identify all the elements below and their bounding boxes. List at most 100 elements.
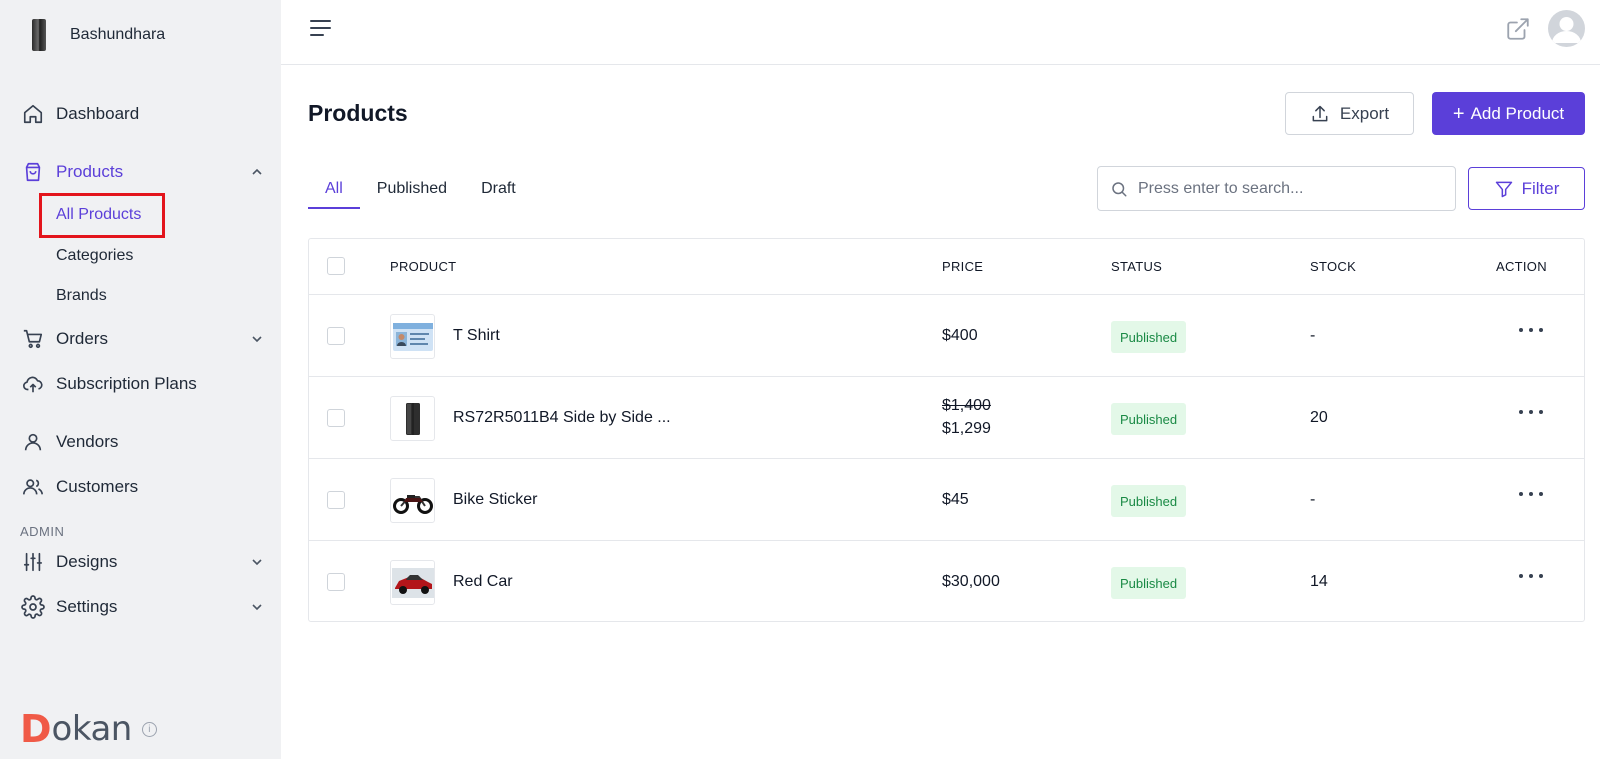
gear-icon <box>20 594 46 620</box>
product-thumbnail[interactable] <box>390 560 435 605</box>
product-old-price: $1,400 <box>942 397 991 414</box>
column-header-price: PRICE <box>942 259 984 274</box>
export-label: Export <box>1339 103 1390 123</box>
section-label-admin: ADMIN <box>20 524 65 539</box>
upload-icon <box>1310 104 1330 124</box>
sidebar-subitem-categories[interactable]: Categories <box>56 242 133 270</box>
sidebar: Bashundhara Dashboard Products All Produ… <box>0 0 281 759</box>
home-icon <box>20 101 46 127</box>
product-price: $400 <box>942 327 978 344</box>
sidebar-item-label: Subscription Plans <box>56 374 197 393</box>
sidebar-item-label: Vendors <box>56 432 119 451</box>
highlight-box <box>39 193 165 238</box>
page-title: Products <box>308 100 408 126</box>
sidebar-item-label: Orders <box>56 329 108 348</box>
row-checkbox[interactable] <box>327 573 345 591</box>
product-stock: 20 <box>1310 409 1328 426</box>
row-checkbox[interactable] <box>327 327 345 345</box>
table-row[interactable]: RS72R5011B4 Side by Side ... $1,400 $1,2… <box>309 377 1584 459</box>
product-price: $30,000 <box>942 573 1000 590</box>
sidebar-item-label: Customers <box>56 477 139 496</box>
table-header: PRODUCT PRICE STATUS STOCK ACTION <box>309 239 1584 295</box>
user-icon <box>20 429 46 455</box>
info-icon[interactable]: i <box>141 721 157 737</box>
more-actions-icon[interactable] <box>1519 405 1543 419</box>
logo-text: okan <box>51 709 133 749</box>
menu-toggle-icon[interactable] <box>309 18 333 38</box>
product-stock: - <box>1310 327 1316 344</box>
cart-icon <box>20 326 46 352</box>
search-input[interactable] <box>1138 179 1438 198</box>
dokan-logo: Dokan i <box>20 710 157 748</box>
status-badge: Published <box>1111 321 1187 353</box>
filter-icon <box>1494 179 1514 199</box>
select-all-checkbox[interactable] <box>327 257 345 275</box>
plus-icon: + <box>1452 102 1465 125</box>
sidebar-item-customers[interactable]: Customers <box>20 470 265 504</box>
search-box <box>1097 166 1456 211</box>
cloud-upload-icon <box>20 371 46 397</box>
shopping-bag-icon <box>20 159 46 185</box>
filter-button[interactable]: Filter <box>1468 167 1585 210</box>
column-header-product: PRODUCT <box>390 259 457 274</box>
table-row[interactable]: Bike Sticker $45 Published - <box>309 459 1584 541</box>
product-thumbnail[interactable] <box>390 478 435 523</box>
tab-draft[interactable]: Draft <box>464 168 533 209</box>
products-table: PRODUCT PRICE STATUS STOCK ACTION T Shir… <box>308 238 1585 622</box>
row-checkbox[interactable] <box>327 491 345 509</box>
sliders-icon <box>20 549 46 575</box>
export-button[interactable]: Export <box>1285 92 1414 135</box>
column-header-action: ACTION <box>1496 259 1547 274</box>
tab-all[interactable]: All <box>308 168 360 209</box>
sidebar-item-orders[interactable]: Orders <box>20 322 265 356</box>
sidebar-item-vendors[interactable]: Vendors <box>20 425 265 459</box>
sidebar-subitem-brands[interactable]: Brands <box>56 282 107 310</box>
row-checkbox[interactable] <box>327 409 345 427</box>
store-logo-image <box>26 18 52 52</box>
product-name[interactable]: T Shirt <box>453 327 500 345</box>
sidebar-item-products[interactable]: Products <box>20 155 265 189</box>
sidebar-item-label: Products <box>56 162 124 181</box>
chevron-down-icon <box>249 554 265 570</box>
more-actions-icon[interactable] <box>1519 569 1543 583</box>
sidebar-item-label: Settings <box>56 597 118 616</box>
table-row[interactable]: Red Car $30,000 Published 14 <box>309 541 1584 623</box>
store-brand[interactable]: Bashundhara <box>26 18 165 52</box>
logo-letter: D <box>20 707 52 751</box>
more-actions-icon[interactable] <box>1519 487 1543 501</box>
product-name[interactable]: RS72R5011B4 Side by Side ... <box>453 409 671 427</box>
users-icon <box>20 474 46 500</box>
table-row[interactable]: T Shirt $400 Published - <box>309 295 1584 377</box>
chevron-up-icon <box>249 164 265 180</box>
column-header-stock: STOCK <box>1310 259 1357 274</box>
search-icon <box>1110 180 1128 198</box>
avatar[interactable] <box>1548 10 1585 47</box>
product-name[interactable]: Bike Sticker <box>453 491 537 509</box>
more-actions-icon[interactable] <box>1519 323 1543 337</box>
tab-published[interactable]: Published <box>360 168 464 209</box>
product-thumbnail[interactable] <box>390 396 435 441</box>
filter-label: Filter <box>1521 178 1560 198</box>
product-stock: - <box>1310 491 1316 508</box>
column-header-status: STATUS <box>1111 259 1163 274</box>
product-stock: 14 <box>1310 573 1328 590</box>
store-name: Bashundhara <box>70 26 166 43</box>
sidebar-item-dashboard[interactable]: Dashboard <box>20 97 265 131</box>
sidebar-item-settings[interactable]: Settings <box>20 590 265 624</box>
status-badge: Published <box>1111 403 1187 435</box>
external-link-icon[interactable] <box>1505 16 1531 42</box>
chevron-down-icon <box>249 599 265 615</box>
status-badge: Published <box>1111 485 1187 517</box>
sidebar-item-label: Designs <box>56 552 118 571</box>
add-product-button[interactable]: + Add Product <box>1432 92 1585 135</box>
product-name[interactable]: Red Car <box>453 573 513 591</box>
product-price: $45 <box>942 491 969 508</box>
product-thumbnail[interactable] <box>390 314 435 359</box>
status-tabs: All Published Draft <box>308 168 533 209</box>
sidebar-item-label: Dashboard <box>56 104 140 123</box>
chevron-down-icon <box>249 331 265 347</box>
sidebar-item-subscription-plans[interactable]: Subscription Plans <box>20 367 265 401</box>
sidebar-item-designs[interactable]: Designs <box>20 545 265 579</box>
status-badge: Published <box>1111 567 1187 599</box>
topbar <box>281 0 1600 65</box>
